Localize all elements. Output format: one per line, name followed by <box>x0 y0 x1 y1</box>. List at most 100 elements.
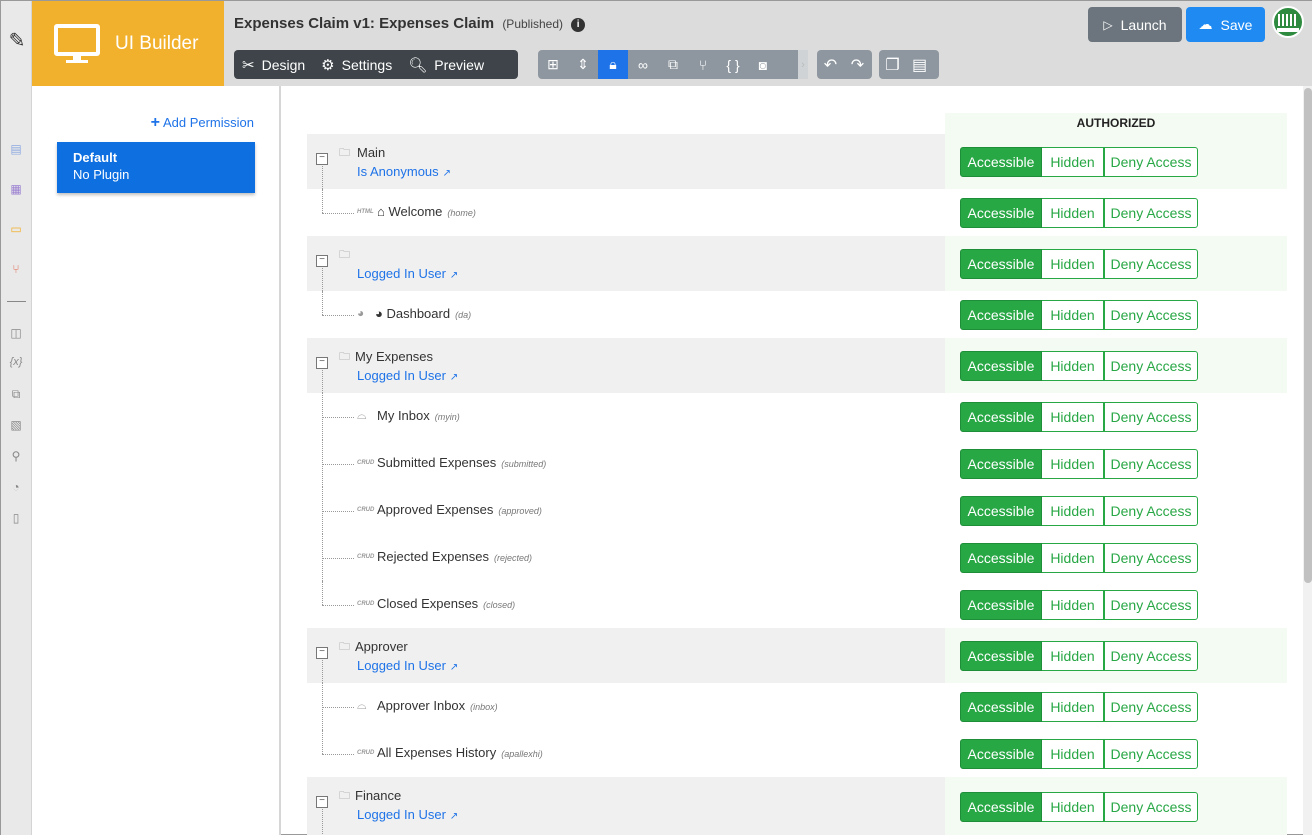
access-rule-link[interactable]: Is Anonymous ↗ <box>357 164 451 179</box>
hidden-button[interactable]: Hidden <box>1042 402 1104 432</box>
deny-access-button[interactable]: Deny Access <box>1104 351 1198 381</box>
access-rule-link[interactable]: Logged In User ↗ <box>357 368 458 383</box>
deny-access-button[interactable]: Deny Access <box>1104 496 1198 526</box>
hidden-button[interactable]: Hidden <box>1042 543 1104 573</box>
page-title-cell: ⌂ Welcome (home) <box>377 204 476 219</box>
launch-button[interactable]: ▷ Launch <box>1088 7 1182 42</box>
chevron-right-icon[interactable]: › <box>798 50 808 79</box>
note-icon[interactable]: ◫ <box>7 324 25 342</box>
collapse-toggle[interactable]: − <box>316 255 328 267</box>
hidden-button[interactable]: Hidden <box>1042 692 1104 722</box>
deny-access-button[interactable]: Deny Access <box>1104 249 1198 279</box>
avatar[interactable] <box>1272 6 1304 38</box>
redo-icon[interactable]: ↷ <box>844 50 871 79</box>
collapse-toggle[interactable]: − <box>316 357 328 369</box>
tree-connector <box>322 464 354 465</box>
table-icon[interactable]: ▦ <box>7 180 25 198</box>
translate-icon[interactable]: ⧉ <box>7 385 25 403</box>
access-button-group: Accessible Hidden Deny Access <box>960 543 1198 573</box>
hidden-button[interactable]: Hidden <box>1042 147 1104 177</box>
accessible-button[interactable]: Accessible <box>960 449 1042 479</box>
accessible-button[interactable]: Accessible <box>960 402 1042 432</box>
copy-icon[interactable]: ❐ <box>879 50 906 79</box>
info-icon[interactable]: i <box>571 18 586 32</box>
scrollbar-thumb[interactable] <box>1304 88 1312 583</box>
camera-icon[interactable]: ◙ <box>748 50 778 79</box>
accessible-button[interactable]: Accessible <box>960 496 1042 526</box>
deny-access-button[interactable]: Deny Access <box>1104 792 1198 822</box>
folder-icon: 🗀 <box>339 351 350 363</box>
accessible-button[interactable]: Accessible <box>960 590 1042 620</box>
deny-access-button[interactable]: Deny Access <box>1104 739 1198 769</box>
hidden-button[interactable]: Hidden <box>1042 449 1104 479</box>
plug-icon[interactable]: ⚲ <box>7 447 25 465</box>
variable-icon[interactable]: {x} <box>7 353 25 371</box>
deny-access-button[interactable]: Deny Access <box>1104 198 1198 228</box>
add-permission-button[interactable]: + Add Permission <box>151 114 254 132</box>
deny-access-button[interactable]: Deny Access <box>1104 641 1198 671</box>
document-icon[interactable]: ▤ <box>7 140 25 158</box>
design-button[interactable]: ✂ Design <box>234 50 313 79</box>
vertical-scrollbar[interactable] <box>1303 86 1312 835</box>
collapse-toggle[interactable]: − <box>316 647 328 659</box>
accessible-button[interactable]: Accessible <box>960 739 1042 769</box>
preview-icon: 🔍︎ <box>408 56 428 74</box>
accessible-button[interactable]: Accessible <box>960 692 1042 722</box>
hidden-button[interactable]: Hidden <box>1042 351 1104 381</box>
settings-button[interactable]: ⚙ Settings <box>313 50 400 79</box>
accessible-button[interactable]: Accessible <box>960 249 1042 279</box>
binoculars-icon[interactable]: ∞ <box>628 50 658 79</box>
access-rule-link[interactable]: Logged In User ↗ <box>357 658 458 673</box>
group-title: Main <box>357 145 386 160</box>
hidden-button[interactable]: Hidden <box>1042 249 1104 279</box>
accessible-button[interactable]: Accessible <box>960 641 1042 671</box>
deny-access-button[interactable]: Deny Access <box>1104 147 1198 177</box>
accessible-button[interactable]: Accessible <box>960 198 1042 228</box>
hidden-button[interactable]: Hidden <box>1042 590 1104 620</box>
accessible-button[interactable]: Accessible <box>960 543 1042 573</box>
workflow-icon[interactable]: ⑂ <box>7 260 25 278</box>
hidden-button[interactable]: Hidden <box>1042 300 1104 330</box>
gauge-icon[interactable]: ◔ <box>7 478 25 496</box>
access-rule-link[interactable]: Logged In User ↗ <box>357 266 458 281</box>
sitemap-icon[interactable]: ⊞ <box>538 50 568 79</box>
monitor-icon[interactable]: ▭ <box>7 220 25 238</box>
access-button-group: Accessible Hidden Deny Access <box>960 300 1198 330</box>
collapse-toggle[interactable]: − <box>316 796 328 808</box>
deny-access-button[interactable]: Deny Access <box>1104 543 1198 573</box>
accessible-button[interactable]: Accessible <box>960 792 1042 822</box>
branch-icon[interactable]: ⑂ <box>688 50 718 79</box>
access-button-group: Accessible Hidden Deny Access <box>960 792 1198 822</box>
accessible-button[interactable]: Accessible <box>960 300 1042 330</box>
layout-icon[interactable]: ⇕ <box>568 50 598 79</box>
accessible-button[interactable]: Accessible <box>960 147 1042 177</box>
folder-icon: 🗀 <box>339 147 350 159</box>
hidden-button[interactable]: Hidden <box>1042 739 1104 769</box>
edit-icon[interactable]: ✎ <box>5 29 29 52</box>
translate-icon[interactable]: ⧉ <box>658 50 688 79</box>
accessible-button[interactable]: Accessible <box>960 351 1042 381</box>
hidden-button[interactable]: Hidden <box>1042 198 1104 228</box>
group-row: − 🗀 Logged In User ↗ Accessible Hidden Deny Ac… <box>307 236 1287 291</box>
paste-icon[interactable]: ▤ <box>906 50 933 79</box>
save-button[interactable]: ☁ Save <box>1186 7 1265 42</box>
tree-connector <box>322 605 354 606</box>
deny-access-button[interactable]: Deny Access <box>1104 449 1198 479</box>
deny-access-button[interactable]: Deny Access <box>1104 402 1198 432</box>
deny-access-button[interactable]: Deny Access <box>1104 692 1198 722</box>
collapse-toggle[interactable]: − <box>316 153 328 165</box>
lock-icon[interactable]: 🔒︎ <box>598 50 628 79</box>
hidden-button[interactable]: Hidden <box>1042 496 1104 526</box>
undo-icon[interactable]: ↶ <box>817 50 844 79</box>
code-icon[interactable]: { } <box>718 50 748 79</box>
permission-item[interactable]: Default No Plugin <box>57 142 255 193</box>
deny-access-button[interactable]: Deny Access <box>1104 590 1198 620</box>
deny-access-button[interactable]: Deny Access <box>1104 300 1198 330</box>
file-chart-icon[interactable]: ▧ <box>7 416 25 434</box>
hidden-button[interactable]: Hidden <box>1042 641 1104 671</box>
scroll-icon[interactable]: ▯ <box>7 509 25 527</box>
add-permission-label: Add Permission <box>162 115 254 130</box>
preview-button[interactable]: 🔍︎ Preview <box>400 50 492 79</box>
access-rule-link[interactable]: Logged In User ↗ <box>357 807 458 822</box>
hidden-button[interactable]: Hidden <box>1042 792 1104 822</box>
